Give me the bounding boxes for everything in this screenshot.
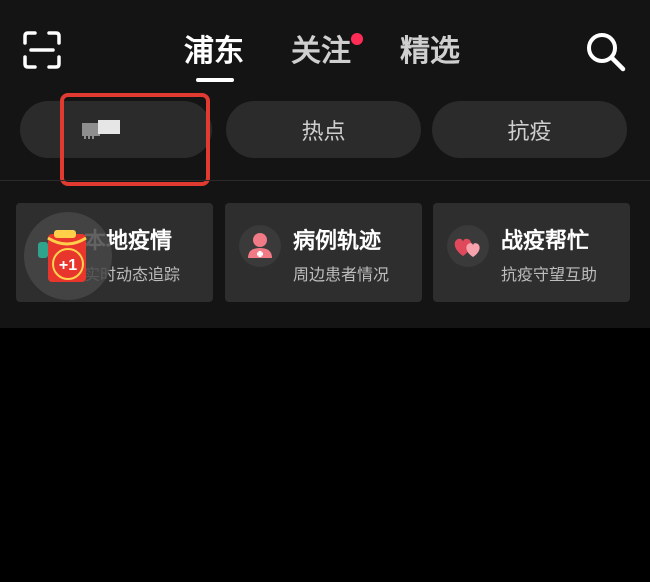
search-icon (587, 33, 626, 72)
plus-one-badge: +1 (52, 248, 84, 280)
person-icon (248, 233, 272, 258)
channel-label-hot: 热点 (301, 119, 346, 145)
card-title: 病例轨迹 (293, 229, 382, 254)
red-packet-bubble[interactable]: +1 (24, 212, 112, 300)
channel-label-antiepidemic: 抗疫 (507, 119, 552, 145)
tab-pudong[interactable]: 浦东 (184, 30, 244, 74)
active-tab-indicator (196, 78, 234, 82)
card-icon-bg (447, 225, 489, 267)
card-subtitle: 抗疫守望互助 (501, 265, 598, 284)
channel-pill-antiepidemic[interactable]: 抗疫 (432, 101, 627, 158)
channel-pill-first[interactable] (20, 101, 212, 158)
tab-follow[interactable]: 关注 (291, 30, 351, 74)
header: 浦东 关注 精选 (0, 0, 650, 100)
search-button[interactable] (584, 30, 628, 74)
notification-dot (351, 33, 363, 45)
image-placeholder-icon (82, 120, 120, 139)
card-case-tracks[interactable]: 病例轨迹 周边患者情况 (225, 203, 422, 302)
tab-featured[interactable]: 精选 (400, 30, 460, 74)
hearts-icon (454, 238, 480, 257)
card-fight-help[interactable]: 战疫帮忙 抗疫守望互助 (433, 203, 630, 302)
scan-button[interactable] (22, 30, 62, 70)
card-icon-bg (239, 225, 281, 267)
scan-icon (23, 31, 61, 69)
card-title: 战疫帮忙 (501, 229, 590, 254)
card-subtitle: 周边患者情况 (293, 265, 390, 284)
channel-pill-hot[interactable]: 热点 (226, 101, 421, 158)
divider (0, 180, 650, 181)
